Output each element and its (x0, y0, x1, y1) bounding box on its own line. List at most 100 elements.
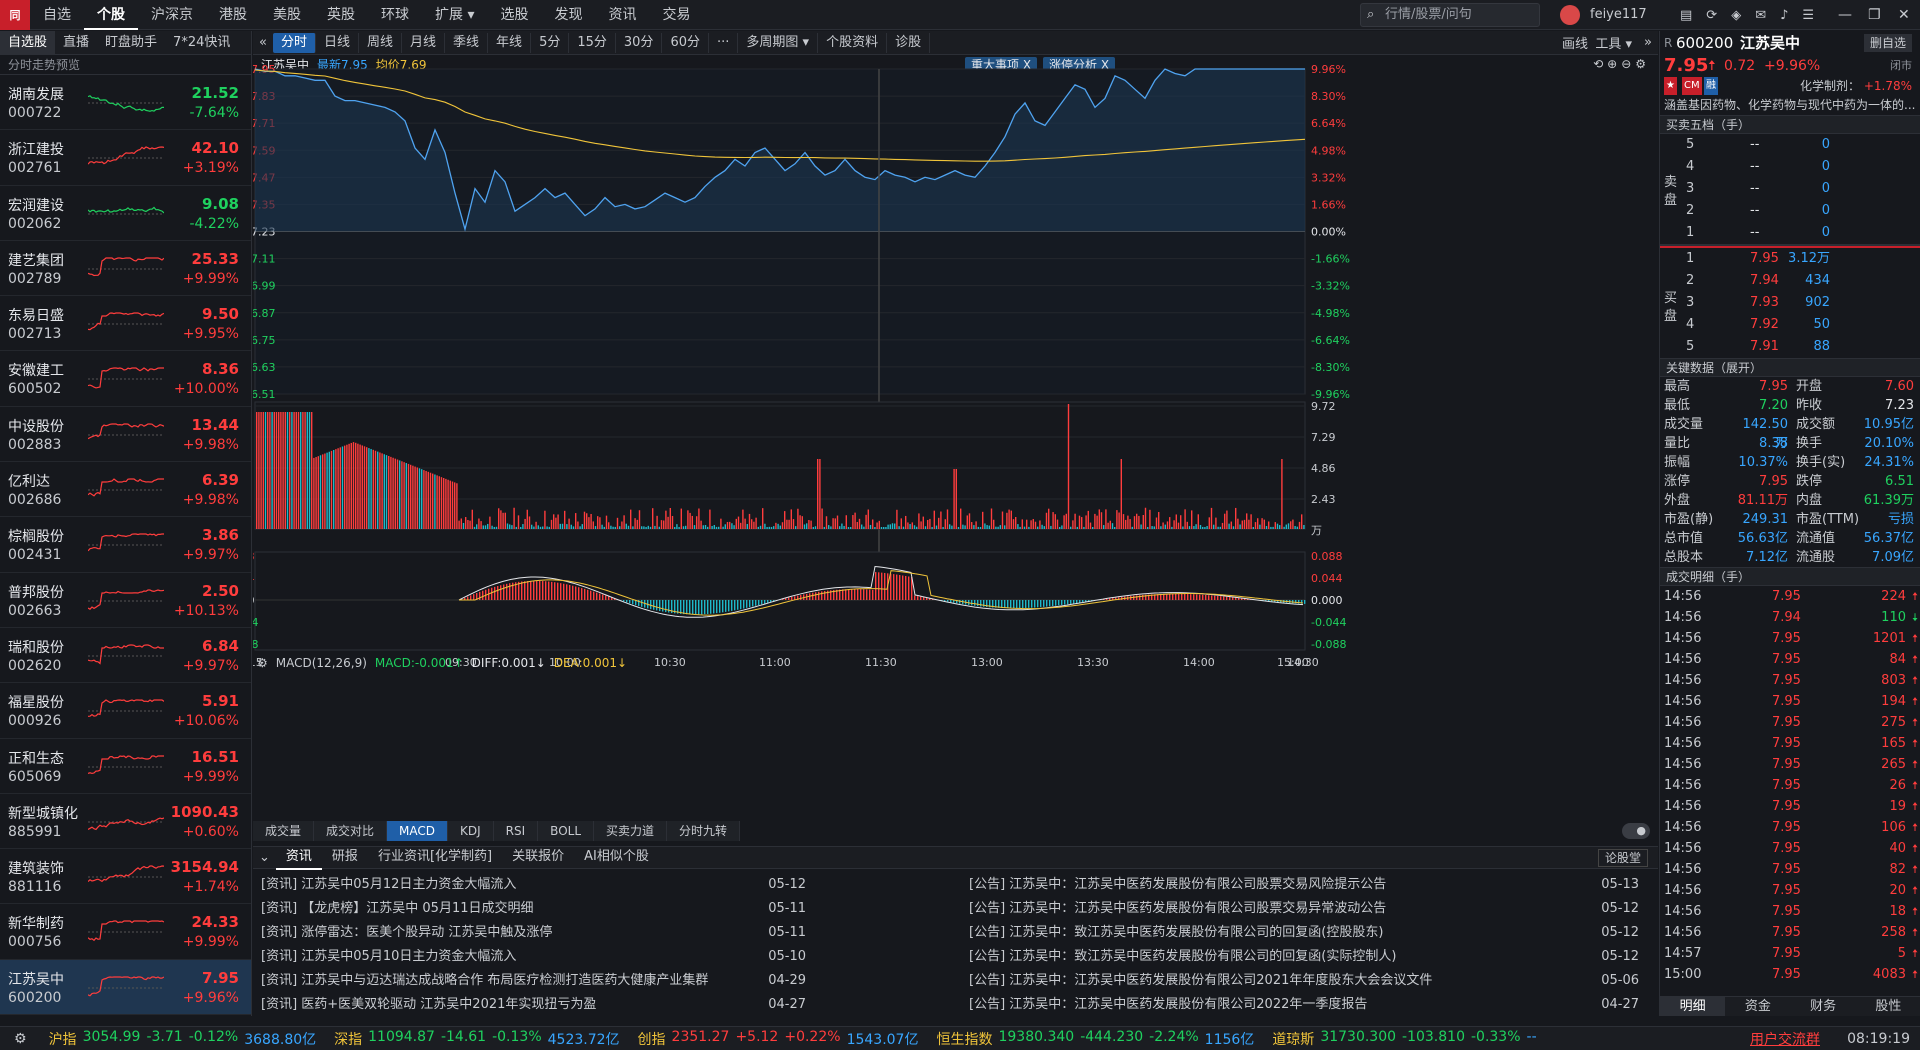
nav-item[interactable]: 个股 (84, 0, 138, 30)
buy-row[interactable]: 5 7.91 88 (1660, 336, 1920, 358)
news-item[interactable]: [资讯] 【龙虎榜】江苏吴中 05月11日成交明细 05-11 (261, 897, 806, 921)
watchlist-tab[interactable]: 自选股 (0, 31, 56, 54)
app-logo[interactable]: 同 (0, 0, 30, 30)
indicator-tab[interactable]: RSI (493, 821, 539, 841)
stock-item[interactable]: 东易日盛 002713 9.50 +9.95% (0, 296, 251, 352)
nav-item[interactable]: 资讯 (595, 0, 649, 30)
stock-item[interactable]: 建艺集团 002789 25.33 +9.99% (0, 241, 251, 297)
news-item[interactable]: [资讯] 涨停雷达：医美个股异动 江苏吴中触及涨停 05-11 (261, 921, 806, 945)
buy-row[interactable]: 2 7.94 434 (1660, 270, 1920, 292)
maximize-button[interactable]: ❐ (1868, 0, 1881, 30)
news-item[interactable]: [资讯] 江苏吴中05月12日主力资金大幅流入 05-12 (261, 873, 806, 897)
watchlist-tab[interactable]: 7*24快讯 (165, 31, 238, 54)
index-item[interactable]: 创指 2351.27 +5.12 +0.22% 1543.07亿 (620, 1029, 919, 1049)
period-button[interactable]: 60分 (662, 32, 709, 53)
draw-line-button[interactable]: 画线 (1562, 33, 1588, 52)
user-area[interactable]: feiye117 (1560, 0, 1647, 30)
search-input[interactable]: ⌕ 行情/股票/问句 (1360, 3, 1540, 27)
stock-item[interactable]: 中设股份 002883 13.44 +9.98% (0, 407, 251, 463)
news-item[interactable]: [资讯] 江苏吴中与迈达瑞达成战略合作 布局医疗检测打造医药大健康产业集群 04-… (261, 969, 806, 993)
stock-item[interactable]: 江苏吴中 600200 7.95 +9.96% (0, 959, 251, 1016)
bell-icon[interactable]: ♪ (1780, 8, 1788, 23)
shirt-icon[interactable]: ◈ (1731, 8, 1741, 23)
announcement-item[interactable]: [公告] 江苏吴中：江苏吴中医药发展股份有限公司2021年年度股东大会会议文件 0… (969, 969, 1639, 993)
sell-row[interactable]: 5 -- 0 (1660, 134, 1920, 156)
period-button[interactable]: 日线 (316, 32, 359, 53)
nav-item[interactable]: 环球 (368, 0, 422, 30)
period-button[interactable]: 5分 (531, 32, 570, 53)
indicator-tab[interactable]: 成交量 (253, 821, 315, 841)
indicator-tab[interactable]: BOLL (538, 821, 595, 841)
stock-item[interactable]: 湖南发展 000722 21.52 -7.64% (0, 75, 251, 131)
stock-item[interactable]: 瑞和股份 002620 6.84 +9.97% (0, 628, 251, 684)
avatar[interactable] (1560, 5, 1580, 25)
quote-tab[interactable]: 资金 (1725, 997, 1790, 1016)
stock-item[interactable]: 新型城镇化 885991 1090.43 +0.60% (0, 794, 251, 850)
stock-item[interactable]: 浙江建投 002761 42.10 +3.19% (0, 130, 251, 186)
indicator-tab[interactable]: 分时九转 (667, 821, 741, 841)
quote-tab[interactable]: 明细 (1660, 997, 1726, 1016)
stock-item[interactable]: 安徽建工 600502 8.36 +10.00% (0, 351, 251, 407)
news-tab[interactable]: 行业资讯[化学制药] (368, 846, 502, 870)
nav-item[interactable]: 英股 (314, 0, 368, 30)
period-button[interactable]: 诊股 (887, 32, 931, 53)
message-icon[interactable]: ▤ (1680, 8, 1692, 23)
watchlist-tab[interactable]: 盯盘助手 (97, 31, 165, 54)
announcement-item[interactable]: [公告] 江苏吴中：致江苏吴中医药发展股份有限公司的回复函(实际控制人) 05-1… (969, 945, 1639, 969)
announcement-item[interactable]: [公告] 江苏吴中：江苏吴中医药发展股份有限公司2022年一季度报告 04-27 (969, 993, 1639, 1017)
period-button[interactable]: 分时 (272, 32, 316, 53)
stock-item[interactable]: 新华制药 000756 24.33 +9.99% (0, 904, 251, 960)
indicator-tab[interactable]: MACD (387, 821, 449, 841)
toggle-switch[interactable]: ● (1622, 823, 1650, 839)
period-button[interactable]: 年线 (488, 32, 532, 53)
news-tab[interactable]: 资讯 (275, 846, 322, 870)
sell-row[interactable]: 3 -- 0 (1660, 178, 1920, 200)
nav-item[interactable]: 自选 (30, 0, 84, 30)
intraday-chart[interactable]: 7.959.96%7.838.30%7.716.64%7.594.98%7.47… (253, 55, 1658, 825)
period-button[interactable]: 季线 (445, 32, 489, 53)
nav-item[interactable]: 扩展 ▾ (422, 0, 487, 30)
close-button[interactable]: ✕ (1898, 0, 1910, 30)
remove-watchlist-button[interactable]: 删自选 (1863, 34, 1912, 52)
tools-button[interactable]: 工具 ▾ (1595, 33, 1632, 52)
nav-item[interactable]: 发现 (541, 0, 595, 30)
news-item[interactable]: [资讯] 医药+医美双轮驱动 江苏吴中2021年实现扭亏为盈 04-27 (261, 993, 806, 1017)
quote-tab[interactable]: 财务 (1791, 997, 1856, 1016)
index-item[interactable]: 沪指 3054.99 -3.71 -0.12% 3688.80亿 (31, 1029, 317, 1049)
collapse-right-icon[interactable]: » (1644, 35, 1652, 50)
stock-item[interactable]: 普邦股份 002663 2.50 +10.13% (0, 573, 251, 628)
sell-row[interactable]: 2 -- 0 (1660, 200, 1920, 222)
period-button[interactable]: 个股资料 (818, 32, 888, 53)
period-button[interactable]: ··· (709, 32, 739, 53)
mail-icon[interactable]: ✉ (1755, 8, 1766, 23)
index-item[interactable]: 深指 11094.87 -14.61 -0.13% 4523.72亿 (316, 1029, 619, 1049)
announcement-item[interactable]: [公告] 江苏吴中：江苏吴中医药发展股份有限公司股票交易风险提示公告 05-13 (969, 873, 1639, 897)
stock-item[interactable]: 亿利达 002686 6.39 +9.98% (0, 462, 251, 518)
period-button[interactable]: 月线 (402, 32, 446, 53)
stock-item[interactable]: 宏润建设 002062 9.08 -4.22% (0, 186, 251, 241)
news-tab[interactable]: AI相似个股 (574, 846, 659, 870)
index-item[interactable]: 道琼斯 31730.300 -103.810 -0.33% -- (1254, 1029, 1536, 1049)
macd-settings-icon[interactable]: ⚙ (257, 655, 268, 671)
nav-item[interactable]: 港股 (206, 0, 260, 30)
index-item[interactable]: 恒生指数 19380.340 -444.230 -2.24% 1156亿 (918, 1029, 1254, 1049)
watchlist-tab[interactable]: 直播 (55, 31, 97, 54)
minimize-button[interactable]: — (1838, 0, 1852, 30)
stock-item[interactable]: 福星股份 000926 5.91 +10.06% (0, 683, 251, 739)
nav-item[interactable]: 交易 (649, 0, 703, 30)
period-button[interactable]: 15分 (569, 32, 616, 53)
period-button[interactable]: 周线 (359, 32, 403, 53)
indicator-tab[interactable]: 成交对比 (314, 821, 388, 841)
sell-row[interactable]: 4 -- 0 (1660, 156, 1920, 178)
key-data-header[interactable]: 关键数据（展开） (1660, 358, 1920, 377)
news-tab[interactable]: 研报 (322, 846, 368, 870)
sell-row[interactable]: 1 -- 0 (1660, 222, 1920, 244)
refresh-icon[interactable]: ⟳ (1706, 8, 1717, 23)
stock-item[interactable]: 正和生态 605069 16.51 +9.99% (0, 739, 251, 794)
indicator-tab[interactable]: KDJ (448, 821, 494, 841)
buy-row[interactable]: 1 7.95 3.12万 (1660, 248, 1920, 270)
nav-item[interactable]: 美股 (260, 0, 314, 30)
collapse-left-icon[interactable]: « (253, 35, 273, 50)
announcement-item[interactable]: [公告] 江苏吴中：致江苏吴中医药发展股份有限公司的回复函(控股股东) 05-12 (969, 921, 1639, 945)
quote-tab[interactable]: 股性 (1856, 997, 1920, 1016)
